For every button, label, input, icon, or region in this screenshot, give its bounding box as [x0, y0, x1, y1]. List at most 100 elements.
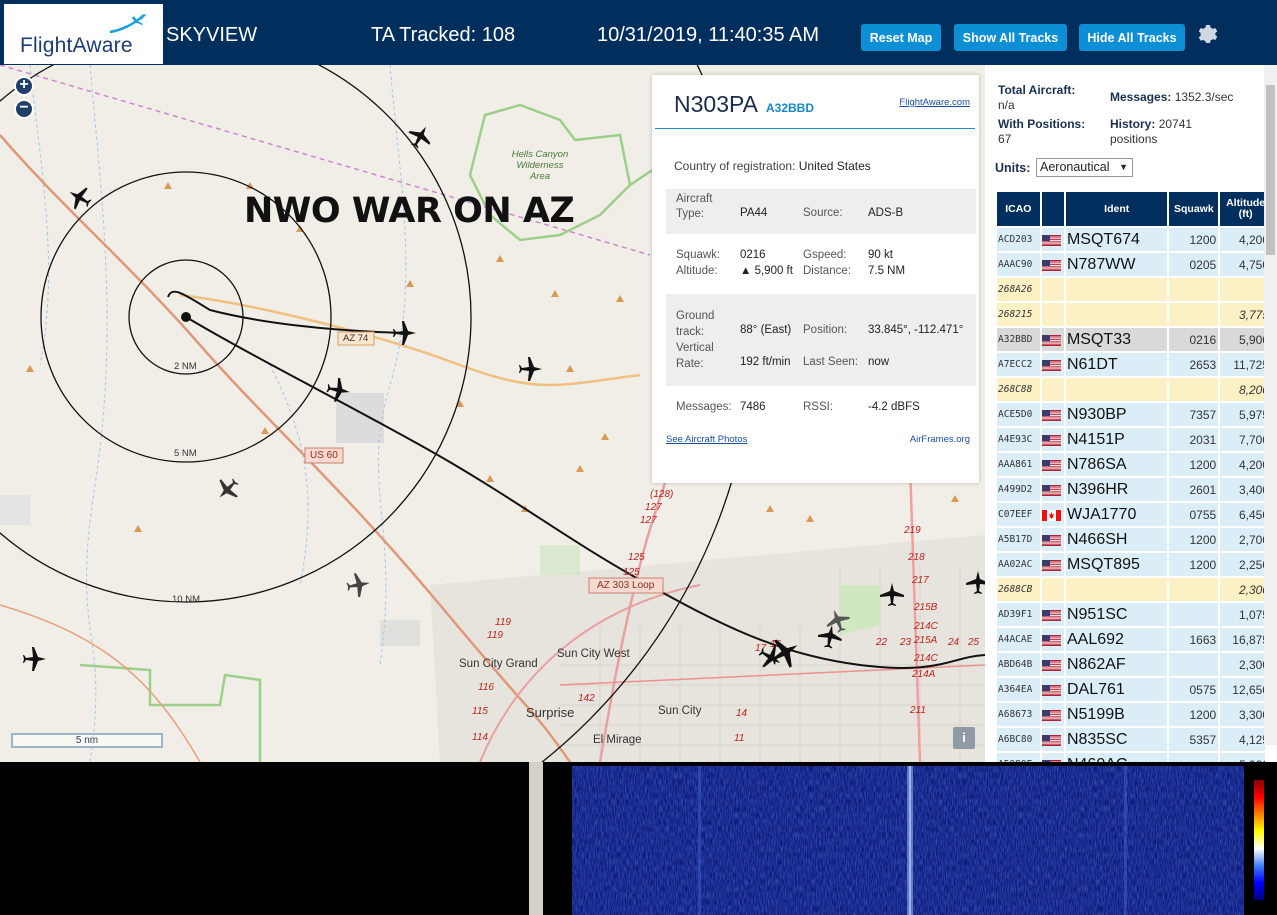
- with-positions: With Positions: 67: [998, 117, 1085, 147]
- selected-callsign: N303PA: [674, 91, 758, 117]
- svg-text:211: 211: [909, 705, 926, 716]
- squawk-cell: 1200: [1169, 703, 1219, 726]
- map-scale-bar: 5 nm: [11, 733, 163, 748]
- reset-map-button[interactable]: Reset Map: [861, 24, 941, 51]
- distance-value: 7.5 NM: [868, 265, 906, 277]
- svg-text:23: 23: [899, 637, 912, 648]
- table-row[interactable]: ACE5D0 N930BP73575,975: [997, 403, 1265, 426]
- altitude-cell: 2,300: [1220, 653, 1265, 676]
- table-row[interactable]: A5B17D N466SH12002,700: [997, 528, 1265, 551]
- icao-cell: A5989E: [997, 753, 1040, 762]
- gear-icon[interactable]: [1196, 22, 1220, 46]
- selected-hex[interactable]: A32BBD: [766, 101, 814, 115]
- col-ident[interactable]: Ident: [1065, 192, 1168, 226]
- table-row[interactable]: 268A26: [997, 278, 1265, 301]
- source-label: Source:: [803, 207, 843, 219]
- ident-cell: DAL761: [1065, 678, 1168, 701]
- svg-text:215B: 215B: [913, 602, 938, 613]
- table-row[interactable]: A4ACAE AAL692166316,875: [997, 628, 1265, 651]
- col-squawk[interactable]: Squawk: [1169, 192, 1219, 226]
- table-row[interactable]: A68673 N5199B12003,300: [997, 703, 1265, 726]
- ident-cell: MSQT895: [1065, 553, 1168, 576]
- flightaware-logo[interactable]: FlightAware: [4, 4, 163, 64]
- icao-cell: A4E93C: [997, 428, 1040, 451]
- icao-cell: AA02AC: [997, 553, 1040, 576]
- us-flag-icon: [1041, 409, 1061, 421]
- aircraft-type-label: Aircraft Type:: [676, 193, 713, 220]
- icao-cell: AD39F1: [997, 603, 1040, 626]
- flag-cell: [1041, 578, 1064, 601]
- us-flag-icon: [1041, 259, 1061, 271]
- gspeed-value: 90 kt: [868, 249, 893, 261]
- svg-text:14: 14: [736, 708, 748, 719]
- col-icao[interactable]: ICAO: [997, 192, 1040, 226]
- panel-divider[interactable]: [529, 762, 543, 915]
- hide-all-tracks-button[interactable]: Hide All Tracks: [1079, 24, 1185, 51]
- flag-cell: [1041, 553, 1064, 576]
- table-row[interactable]: 268C88 8,200: [997, 378, 1265, 401]
- svg-text:119: 119: [487, 630, 503, 641]
- squawk-cell: 5357: [1169, 728, 1219, 751]
- airframes-link[interactable]: AirFrames.org: [910, 434, 970, 445]
- scrollbar-thumb[interactable]: [1266, 85, 1275, 255]
- svg-text:127: 127: [640, 515, 657, 526]
- az303-shield: AZ 303 Loop: [597, 580, 655, 591]
- table-row[interactable]: A32BBD MSQT3302165,900: [997, 328, 1265, 351]
- squawk-cell: [1169, 278, 1219, 301]
- selected-aircraft-panel: N303PA A32BBD FlightAware.com Country of…: [652, 75, 979, 483]
- wilderness-label: Hells Canyon Wilderness Area: [511, 149, 569, 182]
- us-flag-icon: [1041, 534, 1061, 546]
- with-positions-value: 67: [998, 132, 1012, 146]
- zoom-out-button[interactable]: −: [14, 99, 34, 119]
- history: History: 20741 positions: [1110, 117, 1220, 147]
- table-row[interactable]: A7ECC2 N61DT265311,725: [997, 353, 1265, 376]
- ident-cell: [1065, 578, 1168, 601]
- table-row[interactable]: C07EEF WJA177007556,450: [997, 503, 1265, 526]
- waterfall-noise: [572, 766, 1244, 915]
- table-row[interactable]: A5989E N460AC 5,900: [997, 753, 1265, 762]
- table-row[interactable]: A6BC80 N835SC53574,125: [997, 728, 1265, 751]
- show-all-tracks-button[interactable]: Show All Tracks: [954, 24, 1067, 51]
- flag-cell: [1041, 703, 1064, 726]
- col-flag[interactable]: [1041, 192, 1064, 226]
- svg-text:219: 219: [903, 525, 921, 536]
- table-row[interactable]: 2688CB 2,300: [997, 578, 1265, 601]
- total-aircraft: Total Aircraft: n/a: [998, 83, 1075, 113]
- col-altitude[interactable]: Altitude (ft): [1220, 192, 1265, 226]
- flag-cell: [1041, 653, 1064, 676]
- table-row[interactable]: ACD203 MSQT67412004,200: [997, 228, 1265, 251]
- info-icon[interactable]: i: [953, 727, 975, 749]
- position-value: 33.845°, -112.471°: [868, 324, 964, 336]
- altitude-cell: 4,200: [1220, 228, 1265, 251]
- overlay-caption: NWO WAR ON AZ: [244, 191, 575, 231]
- aircraft-photos-link[interactable]: See Aircraft Photos: [666, 434, 747, 445]
- ring-label-2nm: 2 NM: [174, 361, 197, 372]
- country-value: United States: [798, 159, 871, 173]
- messages-label: Messages:: [676, 401, 732, 413]
- table-row[interactable]: AD39F1 N951SC 1,075: [997, 603, 1265, 626]
- zoom-in-button[interactable]: +: [14, 76, 34, 96]
- table-row[interactable]: AA02AC MSQT89512002,250: [997, 553, 1265, 576]
- aircraft-table[interactable]: ICAO Ident Squawk Altitude (ft) ACD203 MS…: [995, 190, 1265, 762]
- table-row[interactable]: AAA861 N786SA12004,200: [997, 453, 1265, 476]
- squawk-cell: 1200: [1169, 553, 1219, 576]
- sidebar-scrollbar[interactable]: [1264, 65, 1277, 745]
- altitude-cell: 6,450: [1220, 503, 1265, 526]
- flag-cell: [1041, 278, 1064, 301]
- flag-cell: [1041, 303, 1064, 326]
- units-select[interactable]: Aeronautical ▼: [1036, 158, 1133, 177]
- ground-track-value: 88° (East): [740, 324, 792, 336]
- flag-cell: [1041, 603, 1064, 626]
- flag-cell: [1041, 403, 1064, 426]
- table-row[interactable]: 268215 3,775: [997, 303, 1265, 326]
- table-row[interactable]: ABD64B N862AF 2,300: [997, 653, 1265, 676]
- table-row[interactable]: A499D2 N396HR26013,400: [997, 478, 1265, 501]
- ident-cell: N396HR: [1065, 478, 1168, 501]
- flightaware-link[interactable]: FlightAware.com: [899, 97, 970, 108]
- squawk-cell: 7357: [1169, 403, 1219, 426]
- table-row[interactable]: A364EA DAL761057512,650: [997, 678, 1265, 701]
- table-row[interactable]: AAAC90 N787WW02054,750: [997, 253, 1265, 276]
- svg-text:116: 116: [478, 682, 494, 693]
- squawk-cell: 0205: [1169, 253, 1219, 276]
- table-row[interactable]: A4E93C N4151P20317,700: [997, 428, 1265, 451]
